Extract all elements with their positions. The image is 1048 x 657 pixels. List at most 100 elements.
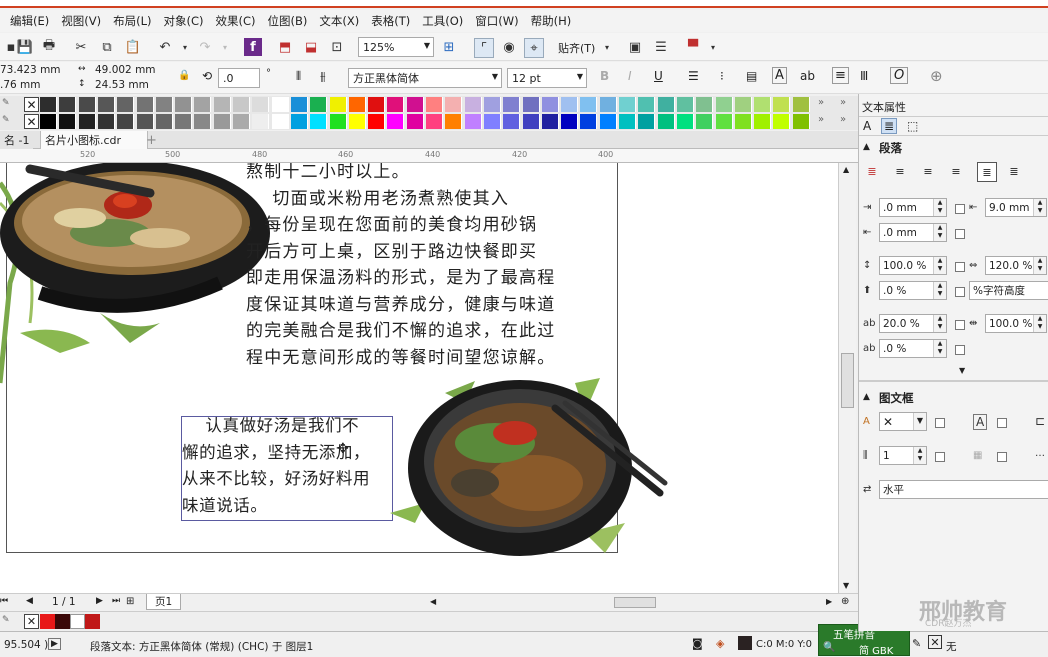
palette-swatch[interactable]: [522, 97, 540, 112]
palette-swatch[interactable]: [773, 114, 791, 129]
palette-swatch[interactable]: [657, 114, 675, 129]
palette-swatch[interactable]: [310, 114, 328, 129]
palette-swatch[interactable]: [329, 114, 347, 129]
screen-icon[interactable]: ▀: [684, 38, 702, 56]
grid-view-icon[interactable]: ◉: [500, 38, 518, 56]
palette-swatch[interactable]: [348, 114, 366, 129]
left-indent-field[interactable]: .0 mm ▲ ▼: [879, 198, 947, 217]
options-icon[interactable]: ▣: [626, 38, 644, 56]
snap-to-dropdown[interactable]: 贴齐(T): [558, 40, 595, 56]
prev-page-icon[interactable]: ◀: [26, 596, 33, 606]
palette-swatch[interactable]: [522, 114, 540, 129]
zoom-level-select[interactable]: 125% ▼: [358, 37, 434, 57]
palette-swatch[interactable]: [619, 97, 636, 112]
tab-untitled[interactable]: 名 -1: [0, 131, 34, 149]
application-launcher-icon[interactable]: ☰: [652, 38, 670, 56]
right-indent-field[interactable]: .0 mm ▲ ▼: [879, 223, 947, 242]
color-swatch-white[interactable]: [70, 614, 85, 629]
align-right-icon[interactable]: ≡: [947, 162, 965, 180]
line-spacing-checkbox[interactable]: [955, 262, 965, 272]
palette-swatch[interactable]: [754, 97, 772, 112]
publish-pdf-icon[interactable]: ⊡: [328, 38, 346, 56]
menu-tools[interactable]: 工具(O): [416, 13, 469, 29]
italic-icon[interactable]: I: [628, 69, 632, 83]
right-indent-checkbox[interactable]: [955, 229, 965, 239]
palette-swatch[interactable]: [368, 114, 386, 129]
menu-object[interactable]: 对象(C): [157, 13, 209, 29]
redo-icon[interactable]: ↷: [196, 38, 214, 56]
text-align-icon[interactable]: ☰: [688, 69, 699, 83]
palette-swatch[interactable]: [599, 114, 617, 129]
no-color-swatch[interactable]: ✕: [24, 97, 39, 112]
palette-swatch[interactable]: [252, 97, 270, 112]
palette-swatch[interactable]: [78, 114, 96, 129]
hscroll-right-icon[interactable]: ▶: [826, 597, 832, 606]
tab-business-card[interactable]: 名片小图标.cdr: [40, 131, 148, 149]
screen-dropdown-icon[interactable]: ▾: [704, 38, 722, 56]
palette-swatch[interactable]: [792, 97, 810, 112]
language-spacing-checkbox[interactable]: [955, 320, 965, 330]
palette-swatch[interactable]: [580, 114, 598, 129]
full-screen-icon[interactable]: ⊞: [440, 38, 458, 56]
undo-dropdown-icon[interactable]: ▾: [176, 38, 194, 56]
character-format-icon[interactable]: A: [772, 67, 787, 84]
palette-swatch[interactable]: [117, 114, 135, 129]
palette-swatch[interactable]: [59, 114, 77, 129]
columns-checkbox[interactable]: [935, 452, 945, 462]
no-color-swatch[interactable]: ✕: [24, 614, 39, 629]
frame-size-icon[interactable]: ⊏: [1035, 414, 1045, 428]
palette-swatch[interactable]: [638, 97, 656, 112]
palette-swatch[interactable]: [117, 97, 135, 112]
palette-swatch[interactable]: [194, 114, 212, 129]
zoom-one-shot-icon[interactable]: ⊕: [841, 596, 849, 607]
palette-swatch[interactable]: [773, 97, 791, 112]
palette-options-icon[interactable]: ✎: [2, 115, 10, 125]
noodle-bowl-image-2[interactable]: [385, 373, 670, 558]
palette-swatch[interactable]: [175, 97, 193, 112]
character-tab-icon[interactable]: A: [863, 119, 871, 133]
copy-icon[interactable]: ⧉: [98, 38, 116, 56]
palette-swatch[interactable]: [464, 114, 482, 129]
palette-swatch[interactable]: [213, 97, 231, 112]
paragraph-text-secondary[interactable]: 认真做好汤是我们不 懈的追求，坚持无添加， 从来不比较，好汤好料用 味道说话。: [182, 413, 370, 519]
palette-expand-icon[interactable]: »: [840, 97, 846, 108]
color-swatch-dark[interactable]: [55, 614, 70, 629]
collapse-icon[interactable]: ▲: [863, 142, 870, 152]
document-color-icon[interactable]: ◙: [692, 637, 703, 650]
new-tab-icon[interactable]: +: [142, 131, 161, 149]
bullet-list-icon[interactable]: ⁝: [720, 69, 724, 83]
spacing-unit-select[interactable]: %字符高度: [969, 281, 1048, 300]
palette-swatch[interactable]: [40, 97, 57, 112]
palette-swatch[interactable]: [213, 114, 231, 129]
palette-swatch[interactable]: [445, 114, 463, 129]
add-icon[interactable]: ⊕: [930, 67, 943, 85]
color-swatch-crimson[interactable]: [85, 614, 100, 629]
cut-icon[interactable]: ✂: [72, 38, 90, 56]
save-icon[interactable]: 💾: [16, 38, 34, 56]
menu-edit[interactable]: 编辑(E): [4, 13, 55, 29]
palette-swatch[interactable]: [368, 97, 386, 112]
palette-swatch[interactable]: [310, 97, 328, 112]
language-spacing-field[interactable]: 20.0 % ▲ ▼: [879, 314, 947, 333]
page-tab[interactable]: 页1: [146, 594, 182, 610]
frame-fill-select[interactable]: ✕ ▼: [879, 412, 927, 431]
scroll-thumb[interactable]: [841, 353, 854, 408]
space-before-checkbox[interactable]: [955, 287, 965, 297]
hscroll-left-icon[interactable]: ◀: [430, 597, 436, 606]
add-page-icon[interactable]: ⊞: [126, 596, 134, 607]
column-settings-checkbox[interactable]: [997, 452, 1007, 462]
palette-swatch[interactable]: [387, 114, 405, 129]
space-before-field[interactable]: .0 % ▲ ▼: [879, 281, 947, 300]
guidelines-icon[interactable]: ⌖: [524, 38, 544, 58]
palette-swatch[interactable]: [715, 97, 733, 112]
text-vertical-icon[interactable]: Ⅲ: [860, 69, 868, 83]
frame-background-icon[interactable]: A: [973, 414, 988, 430]
y-position-field[interactable]: .76 mm: [0, 79, 41, 91]
palette-swatch[interactable]: [136, 114, 154, 129]
first-page-icon[interactable]: ⏮: [0, 596, 8, 606]
menu-effects[interactable]: 效果(C): [210, 13, 262, 29]
palette-swatch[interactable]: [233, 114, 250, 129]
export-icon[interactable]: ⬓: [302, 38, 320, 56]
line-spacing-field[interactable]: 100.0 % ▲ ▼: [879, 256, 947, 275]
palette-swatch[interactable]: [233, 97, 250, 112]
